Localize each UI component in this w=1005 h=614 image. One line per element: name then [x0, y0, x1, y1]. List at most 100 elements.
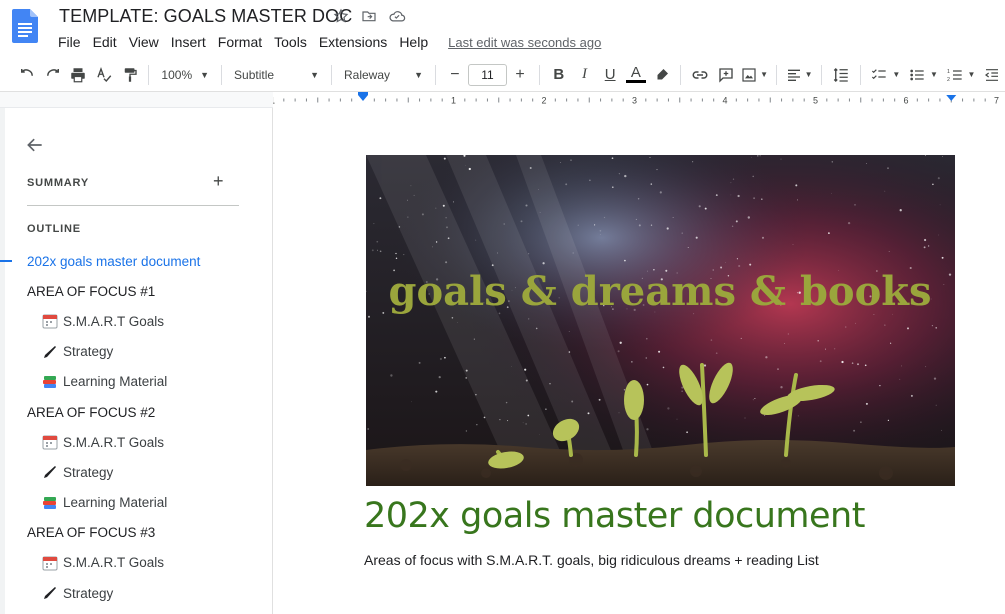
outline-item[interactable]: 202x goals master document — [0, 246, 273, 276]
star-dot — [623, 389, 626, 391]
star-dot — [646, 337, 648, 340]
menu-help[interactable]: Help — [393, 33, 434, 51]
star-dot — [687, 247, 689, 248]
undo-icon[interactable] — [14, 62, 40, 88]
numbered-list-icon[interactable]: 1 2 ▼ — [942, 62, 980, 88]
ruler-label: 2 — [541, 96, 546, 106]
menu-file[interactable]: File — [52, 33, 87, 51]
star-dot — [571, 400, 574, 403]
outline-item[interactable]: AREA OF FOCUS #1 — [5, 276, 273, 306]
star-dot — [887, 167, 889, 170]
checklist-icon[interactable]: ▼ — [867, 62, 905, 88]
star-dot — [483, 416, 486, 419]
document-heading[interactable]: 202x goals master document — [364, 496, 865, 536]
star-dot — [841, 360, 844, 364]
redo-icon[interactable] — [40, 62, 66, 88]
decrease-indent-icon[interactable] — [979, 62, 1005, 88]
last-edit-link[interactable]: Last edit was seconds ago — [448, 35, 601, 50]
ruler-track[interactable]: 1 1 2 3 4 5 6 7 — [273, 92, 1005, 108]
outline-item[interactable]: Learning Material — [5, 488, 273, 518]
star-dot — [432, 246, 433, 248]
outline-item[interactable]: Strategy — [5, 457, 273, 487]
insert-image-icon[interactable]: ▼ — [739, 62, 771, 88]
highlight-icon[interactable] — [649, 62, 675, 88]
star-dot — [475, 393, 477, 396]
star-dot — [887, 419, 890, 422]
outline-item[interactable]: AREA OF FOCUS #2 — [5, 397, 273, 427]
document-canvas[interactable]: goals & dreams & books 202x goals master… — [273, 108, 1005, 614]
svg-text:2: 2 — [947, 77, 950, 83]
menu-extensions[interactable]: Extensions — [313, 33, 393, 51]
add-comment-icon[interactable] — [713, 62, 739, 88]
line-spacing-icon[interactable] — [828, 62, 854, 88]
star-dot — [527, 414, 530, 417]
move-to-folder-icon[interactable] — [360, 7, 378, 25]
insert-link-icon[interactable] — [687, 62, 713, 88]
docs-logo-icon[interactable] — [12, 9, 38, 43]
star-dot — [943, 284, 945, 285]
star-dot — [715, 352, 718, 355]
outline-item[interactable]: Strategy — [5, 337, 273, 367]
text-color-button[interactable]: A — [623, 62, 649, 88]
cloud-saved-icon[interactable] — [388, 7, 406, 25]
outline-item[interactable]: Learning Material — [5, 367, 273, 397]
star-dot — [650, 224, 653, 226]
font-size-input[interactable]: 11 — [467, 63, 508, 86]
star-dot — [594, 224, 596, 226]
calendar-icon — [42, 434, 60, 450]
star-dot — [421, 213, 424, 216]
bulleted-list-icon[interactable]: ▼ — [904, 62, 942, 88]
menu-format[interactable]: Format — [212, 33, 268, 51]
star-icon[interactable] — [332, 7, 350, 25]
add-summary-button[interactable]: + — [213, 171, 224, 192]
star-dot — [475, 239, 477, 241]
star-dot — [507, 420, 509, 422]
outline-item[interactable]: Strategy — [5, 578, 273, 608]
outline-item[interactable]: AREA OF FOCUS #3 — [5, 518, 273, 548]
star-dot — [932, 183, 934, 186]
star-dot — [948, 273, 952, 276]
back-arrow-icon[interactable] — [25, 135, 45, 155]
star-dot — [624, 174, 627, 178]
banner-image[interactable]: goals & dreams & books — [366, 155, 955, 486]
paint-format-icon[interactable] — [117, 62, 143, 88]
title-bar: TEMPLATE: GOALS MASTER DOC File Edit Vie… — [0, 0, 1005, 58]
bold-button[interactable]: B — [546, 62, 572, 88]
star-dot — [468, 167, 471, 171]
star-dot — [899, 209, 902, 212]
star-dot — [753, 197, 756, 200]
outline-item-label: AREA OF FOCUS #2 — [27, 404, 156, 420]
star-dot — [857, 363, 859, 366]
star-dot — [792, 244, 794, 245]
menu-insert[interactable]: Insert — [165, 33, 212, 51]
star-dot — [631, 361, 633, 363]
star-dot — [525, 423, 527, 425]
star-dot — [889, 342, 892, 344]
decrease-font-size-button[interactable]: − — [442, 62, 468, 88]
align-left-icon[interactable]: ▼ — [783, 62, 815, 88]
font-family-select[interactable]: Raleway ▼ — [338, 62, 429, 88]
outline-item[interactable]: S.M.A.R.T Goals — [5, 306, 273, 336]
star-dot — [587, 412, 590, 415]
star-dot — [465, 377, 468, 379]
star-dot — [777, 368, 779, 370]
star-dot — [844, 326, 847, 328]
star-dot — [731, 225, 734, 227]
spellcheck-icon[interactable] — [91, 62, 117, 88]
outline-item[interactable]: S.M.A.R.T Goals — [5, 548, 273, 578]
star-dot — [398, 226, 401, 228]
outline-item[interactable]: S.M.A.R.T Goals — [5, 427, 273, 457]
print-icon[interactable] — [65, 62, 91, 88]
menu-tools[interactable]: Tools — [268, 33, 313, 51]
paragraph-style-select[interactable]: Subtitle ▼ — [228, 62, 325, 88]
menu-view[interactable]: View — [123, 33, 165, 51]
star-dot — [403, 254, 405, 256]
italic-button[interactable]: I — [572, 62, 598, 88]
underline-button[interactable]: U — [597, 62, 623, 88]
document-title[interactable]: TEMPLATE: GOALS MASTER DOC — [59, 6, 352, 27]
outline-item-label: Learning Material — [63, 374, 168, 390]
zoom-select[interactable]: 100% ▼ — [155, 62, 215, 88]
increase-font-size-button[interactable]: + — [507, 62, 533, 88]
menu-edit[interactable]: Edit — [87, 33, 123, 51]
document-subtitle[interactable]: Areas of focus with S.M.A.R.T. goals, bi… — [364, 552, 819, 568]
